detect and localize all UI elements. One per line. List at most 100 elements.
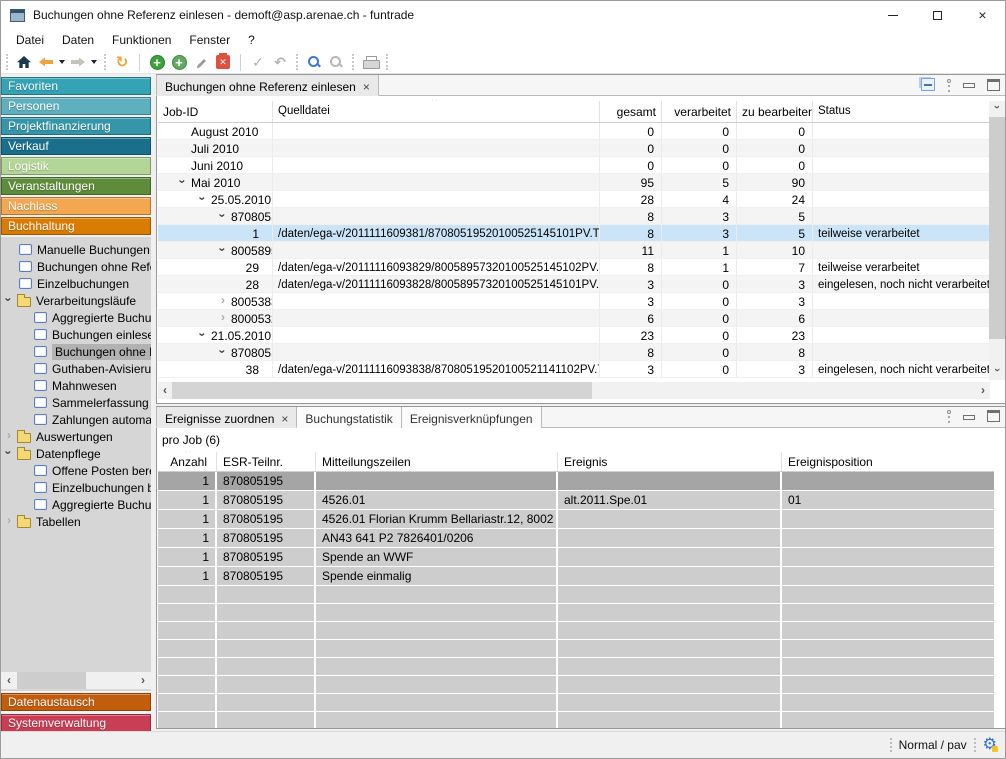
- undo-button[interactable]: ↶: [270, 52, 290, 72]
- tree-item[interactable]: Aggregierte Buchun: [1, 309, 151, 326]
- scroll-down-arrow[interactable]: ›: [989, 364, 1005, 380]
- table-row[interactable]: 80005329 6 0 6: [158, 310, 990, 327]
- gear-icon[interactable]: ⚙: [983, 737, 997, 753]
- panel-maximize-icon[interactable]: [987, 410, 1000, 422]
- column-header-status[interactable]: Status: [813, 101, 990, 122]
- tree-folder[interactable]: Datenpflege: [1, 445, 151, 462]
- scrollbar-thumb[interactable]: [172, 382, 592, 399]
- tree-item[interactable]: Buchungen ohne Refe: [1, 258, 151, 275]
- events-row[interactable]: 1 870805195 4526.01 alt.2011.Spe.01 01: [158, 491, 994, 510]
- tree-item[interactable]: Einzelbuchungen: [1, 275, 151, 292]
- tree-folder[interactable]: Tabellen: [1, 513, 151, 530]
- table-row[interactable]: 29 /daten/ega-v/20111116093829/800589573…: [158, 259, 990, 276]
- sidebar-item-projektfinanzierung[interactable]: Projektfinanzierung: [1, 117, 151, 135]
- sidebar-item-personen[interactable]: Personen: [1, 97, 151, 115]
- tree-item[interactable]: Offene Posten bere: [1, 462, 151, 479]
- sidebar-item-veranstaltungen[interactable]: Veranstaltungen: [1, 177, 151, 195]
- sidebar-horizontal-scrollbar[interactable]: ‹ ›: [1, 672, 151, 689]
- forward-button[interactable]: [68, 52, 88, 72]
- chevron-down-icon[interactable]: [218, 244, 229, 257]
- close-icon[interactable]: ×: [363, 82, 370, 92]
- tree-item[interactable]: Aggregierte Buchun: [1, 496, 151, 513]
- chevron-right-icon[interactable]: [218, 312, 229, 325]
- menu-funktionen[interactable]: Funktionen: [103, 30, 180, 50]
- tree-item[interactable]: Guthaben-Avisierun: [1, 360, 151, 377]
- minimize-button[interactable]: [870, 1, 915, 29]
- tab-ereignisverknuepfungen[interactable]: Ereignisverknüpfungen: [402, 407, 542, 428]
- menu-daten[interactable]: Daten: [53, 30, 103, 50]
- chevron-right-icon[interactable]: [4, 515, 15, 528]
- table-row[interactable]: 38 /daten/ega-v/20111116093838/870805195…: [158, 361, 990, 378]
- events-row[interactable]: 1 870805195 Spende an WWF: [158, 548, 994, 567]
- forward-dropdown-caret[interactable]: [91, 60, 97, 64]
- vertical-scrollbar[interactable]: ‹ ›: [989, 101, 1005, 380]
- chevron-down-icon[interactable]: [178, 176, 189, 189]
- column-header-mitteilungszeilen[interactable]: Mitteilungszeilen: [316, 452, 558, 471]
- scrollbar-thumb[interactable]: [17, 672, 86, 689]
- table-row[interactable]: 25.05.2010 28 4 24: [158, 191, 990, 208]
- tree-folder[interactable]: Verarbeitungsläufe: [1, 292, 151, 309]
- close-button[interactable]: ×: [960, 1, 1005, 29]
- sidebar-item-nachlass[interactable]: Nachlass: [1, 197, 151, 215]
- column-header-verarbeitet[interactable]: verarbeitet: [662, 101, 737, 122]
- menu-datei[interactable]: Datei: [7, 30, 53, 50]
- tree-item[interactable]: Einzelbuchungen b: [1, 479, 151, 496]
- sidebar-item-buchhaltung[interactable]: Buchhaltung: [1, 217, 151, 235]
- tree-item-selected[interactable]: Buchungen ohne R: [1, 343, 151, 360]
- column-header-quelldatei[interactable]: Quelldatei: [273, 101, 600, 122]
- table-row[interactable]: 80058957 11 1 10: [158, 242, 990, 259]
- tree-item[interactable]: Sammelerfassung S: [1, 394, 151, 411]
- chevron-down-icon[interactable]: [218, 346, 229, 359]
- sidebar-item-favoriten[interactable]: Favoriten: [1, 77, 151, 95]
- tree-item[interactable]: Mahnwesen: [1, 377, 151, 394]
- close-icon[interactable]: ×: [281, 414, 288, 424]
- scroll-up-arrow[interactable]: ‹: [989, 101, 1005, 117]
- tree-item[interactable]: Manuelle Buchungen: [1, 241, 151, 258]
- events-row-selected[interactable]: 1 870805195: [158, 472, 994, 491]
- sidebar-item-verkauf[interactable]: Verkauf: [1, 137, 151, 155]
- maximize-button[interactable]: [915, 1, 960, 29]
- kebab-menu-icon[interactable]: [947, 410, 951, 414]
- table-row[interactable]: 21.05.2010 23 0 23: [158, 327, 990, 344]
- menu-help[interactable]: ?: [239, 30, 264, 50]
- chevron-right-icon[interactable]: [218, 295, 229, 308]
- column-header-job-id[interactable]: Job-ID: [158, 101, 273, 122]
- horizontal-scrollbar[interactable]: ‹ ›: [158, 382, 990, 399]
- column-header-anzahl[interactable]: Anzahl: [158, 452, 217, 471]
- tab-buchungstatistik[interactable]: Buchungstatistik: [297, 407, 401, 428]
- scroll-right-arrow[interactable]: ›: [135, 672, 151, 689]
- chevron-down-icon[interactable]: [198, 193, 209, 206]
- sidebar-item-logistik[interactable]: Logistik: [1, 157, 151, 175]
- scrollbar-thumb[interactable]: [989, 117, 1005, 339]
- column-header-ereignis[interactable]: Ereignis: [558, 452, 782, 471]
- events-row[interactable]: 1 870805195 4526.01 Florian Krumm Bellar…: [158, 510, 994, 529]
- kebab-menu-icon[interactable]: [947, 79, 951, 83]
- column-header-gesamt[interactable]: gesamt: [600, 101, 662, 122]
- chevron-down-icon[interactable]: [218, 210, 229, 223]
- column-header-zu-bearbeiten[interactable]: zu bearbeiten: [737, 101, 813, 122]
- panel-minimize-icon[interactable]: [963, 415, 975, 420]
- delete-button[interactable]: ✕: [213, 52, 233, 72]
- edit-button[interactable]: [191, 52, 211, 72]
- panel-maximize-icon[interactable]: [987, 79, 1000, 91]
- chevron-right-icon[interactable]: [4, 430, 15, 443]
- back-button[interactable]: [36, 52, 56, 72]
- home-button[interactable]: [14, 52, 34, 72]
- chevron-down-icon[interactable]: [4, 294, 15, 307]
- tree-folder[interactable]: Auswertungen: [1, 428, 151, 445]
- table-row-selected[interactable]: 1 /daten/ega-v/2011111609381/87080519520…: [158, 225, 990, 242]
- chevron-down-icon[interactable]: [198, 329, 209, 342]
- column-header-esr-teilnr[interactable]: ESR-Teilnr.: [217, 452, 316, 471]
- scroll-left-arrow[interactable]: ‹: [158, 382, 172, 399]
- sidebar-item-systemverwaltung[interactable]: Systemverwaltung: [1, 714, 151, 732]
- chevron-down-icon[interactable]: [4, 447, 15, 460]
- table-row[interactable]: Mai 2010 95 5 90: [158, 174, 990, 191]
- scroll-right-arrow[interactable]: ›: [976, 382, 990, 399]
- filter-scope-label[interactable]: pro Job (6): [162, 433, 220, 447]
- back-dropdown-caret[interactable]: [59, 60, 65, 64]
- table-row[interactable]: Juli 2010 0 0 0: [158, 140, 990, 157]
- refresh-button[interactable]: ↻: [112, 52, 132, 72]
- table-row[interactable]: 80053830 3 0 3: [158, 293, 990, 310]
- print-button[interactable]: [360, 52, 380, 72]
- search-button[interactable]: [304, 52, 324, 72]
